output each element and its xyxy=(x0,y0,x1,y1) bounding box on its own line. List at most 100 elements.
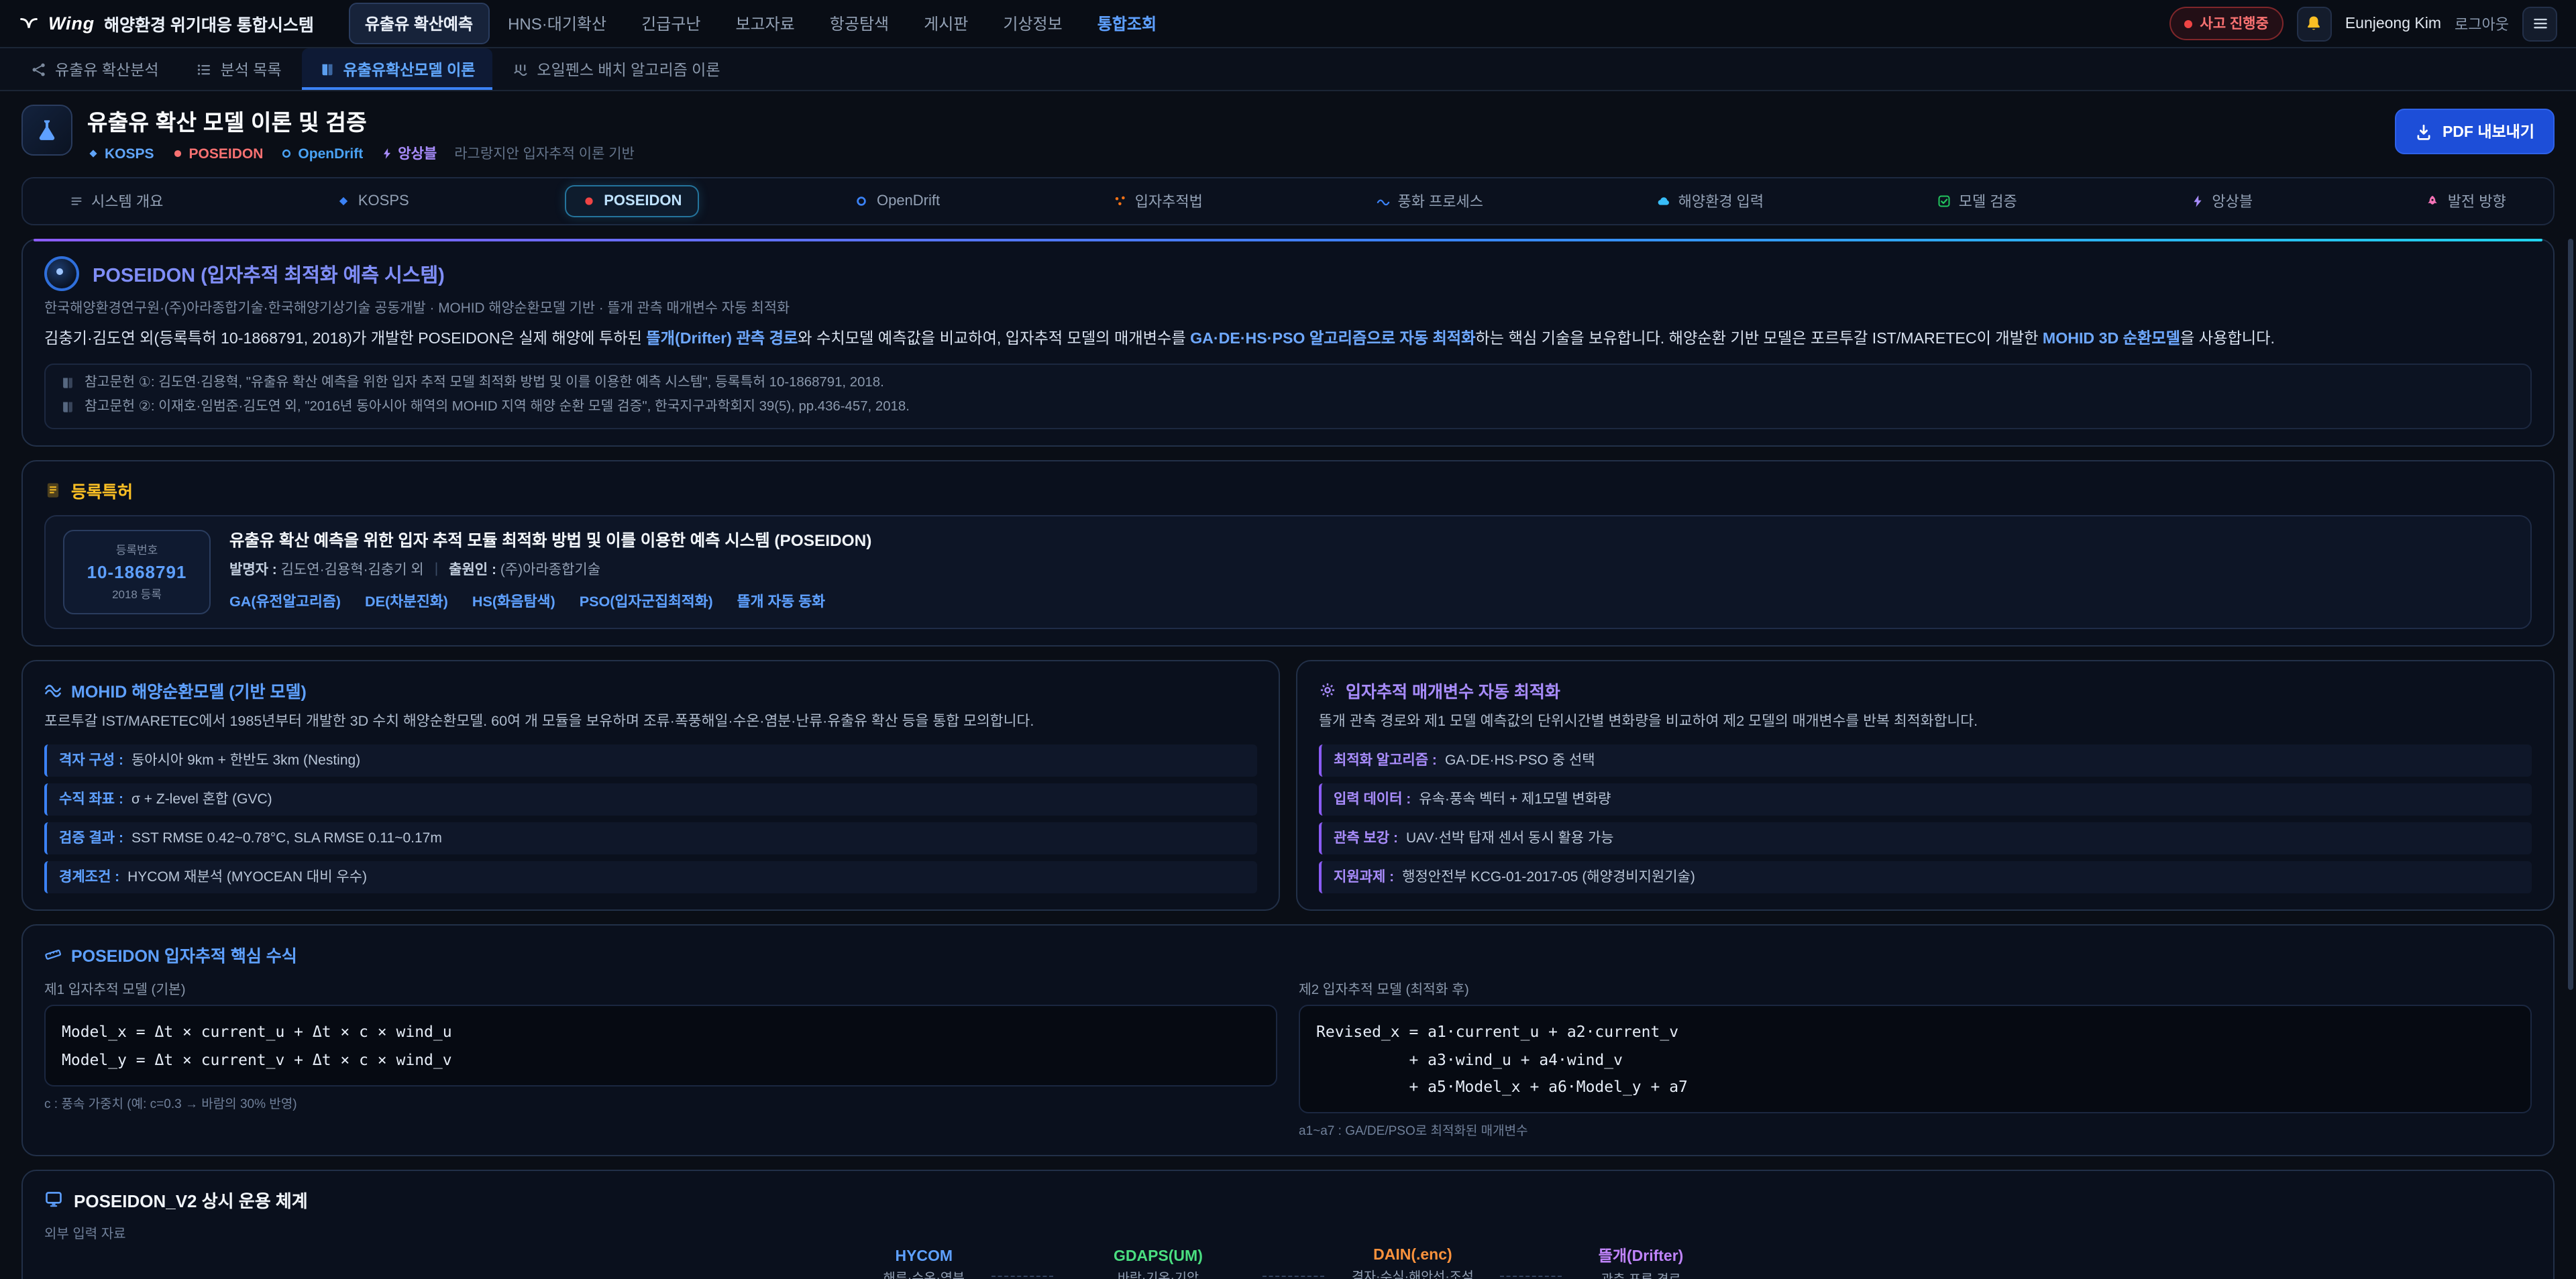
pdf-export-button[interactable]: PDF 내보내기 xyxy=(2396,109,2555,154)
section-item-weathering[interactable]: 풍화 프로세스 xyxy=(1358,182,1501,220)
spec-label: 최적화 알고리즘 xyxy=(1334,750,1437,769)
tab-label: 유출유 확산분석 xyxy=(55,58,159,80)
tag-ga[interactable]: GA(유전알고리즘) xyxy=(229,590,341,611)
tag-ensemble: 앙상블 xyxy=(380,144,437,164)
nav-item-reports[interactable]: 보고자료 xyxy=(719,3,810,44)
optimization-title: 입자추적 매개변수 자동 최적화 xyxy=(1346,677,1560,702)
spec-label: 관측 보강 xyxy=(1334,829,1398,848)
menu-button[interactable] xyxy=(2522,6,2557,41)
tag-pso[interactable]: PSO(입자군집최적화) xyxy=(580,590,713,611)
patent-scroll-icon xyxy=(44,481,62,498)
section-item-particle-tracking[interactable]: 입자추적법 xyxy=(1096,182,1220,220)
rocket-icon xyxy=(2426,194,2440,208)
section-item-label: 풍화 프로세스 xyxy=(1397,190,1483,212)
inventor-names: 김도연·김용혁·김충기 외 xyxy=(281,561,424,577)
reference-text: 참고문헌 ②: 이재호·임범준·김도연 외, "2016년 동아시아 해역의 M… xyxy=(85,398,910,419)
section-item-opendrift[interactable]: OpenDrift xyxy=(838,185,957,217)
patent-card-header: 등록특허 xyxy=(44,477,2532,502)
spec-value: HYCOM 재분석 (MYOCEAN 대비 우수) xyxy=(127,868,367,887)
tag-hs[interactable]: HS(화음탐색) xyxy=(472,590,555,611)
optimization-description: 뜰개 관측 경로와 제1 모델 예측값의 단위시간별 변화량을 비교하여 제2 … xyxy=(1319,710,2532,732)
section-item-poseidon[interactable]: POSEIDON xyxy=(565,185,699,217)
section-item-ensemble[interactable]: 앙상블 xyxy=(2173,182,2270,220)
info-two-column: MOHID 해양순환모델 (기반 모델) 포르투갈 IST/MARETEC에서 … xyxy=(21,659,2555,911)
tag-poseidon: POSEIDON xyxy=(172,146,264,162)
spec-label: 지원과제 xyxy=(1334,868,1394,887)
source-drifter: 뜰개(Drifter) 관측 표류 경로 GA/DE/PSO 동화용 xyxy=(1578,1245,1704,1279)
tab-boom-algorithm-theory[interactable]: 오일펜스 배치 알고리즘 이론 xyxy=(495,48,737,90)
tab-label: 유출유확산모델 이론 xyxy=(343,58,476,80)
page-tagline: 라그랑지안 입자추적 이론 기반 xyxy=(454,144,635,164)
particles-icon xyxy=(1114,194,1127,208)
nav-item-rescue[interactable]: 긴급구난 xyxy=(625,3,716,44)
tag-de[interactable]: DE(차분진화) xyxy=(365,590,448,611)
model1-block: 제1 입자추적 모델 (기본) Model_x = Δt × current_u… xyxy=(44,979,1277,1139)
source-dain: DAIN(.enc) 격자·수심·해안선·조석 정적 베이스맵 데이터 xyxy=(1341,1247,1485,1279)
spec-value: 행정안전부 KCG-01-2017-05 (해양경비지원기술) xyxy=(1402,868,1695,887)
formulas-title: POSEIDON 입자추적 핵심 수식 xyxy=(71,942,297,968)
tag-kosps: KOSPS xyxy=(87,146,154,162)
patent-algorithm-tags: GA(유전알고리즘) DE(차분진화) HS(화음탐색) PSO(입자군집최적화… xyxy=(229,590,871,611)
source-gdaps: GDAPS(UM) 바람·기온·기압 g512_v070_erea_*.grib… xyxy=(1069,1249,1247,1279)
para-segment: 을 사용합니다. xyxy=(2180,330,2275,347)
mohid-description: 포르투갈 IST/MARETEC에서 1985년부터 개발한 3D 수치 해양순… xyxy=(44,710,1257,732)
model2-label: 제2 입자추적 모델 (최적화 후) xyxy=(1299,979,2532,999)
section-item-kosps[interactable]: KOSPS xyxy=(319,185,427,217)
spec-row: 최적화 알고리즘 GA·DE·HS·PSO 중 선택 xyxy=(1319,744,2532,776)
nav-item-weather[interactable]: 기상정보 xyxy=(987,3,1078,44)
spec-label: 경계조건 xyxy=(59,868,119,887)
para-segment: 와 수치모델 예측값을 비교하여, 입자추적 모델의 매개변수를 xyxy=(798,330,1190,347)
spec-value: GA·DE·HS·PSO 중 선택 xyxy=(1445,750,1595,769)
circle-icon xyxy=(582,194,596,208)
page-tags: KOSPS POSEIDON OpenDrift 앙상블 라그랑지안 입자추적 … xyxy=(87,144,635,164)
hamburger-icon xyxy=(2531,15,2548,32)
section-item-future[interactable]: 발전 방향 xyxy=(2409,182,2524,220)
book-icon xyxy=(319,61,335,77)
spec-value: 유속·풍속 벡터 + 제1모델 변화량 xyxy=(1419,790,1611,809)
logout-link[interactable]: 로그아웃 xyxy=(2455,13,2509,34)
section-item-validation[interactable]: 모델 검증 xyxy=(1920,182,2035,220)
spec-label: 수직 좌표 xyxy=(59,790,123,809)
tag-drifter-assimilation[interactable]: 뜰개 자동 동화 xyxy=(737,590,825,611)
incident-status-badge[interactable]: 사고 진행중 xyxy=(2169,7,2283,40)
para-segment: 하는 핵심 기술을 보유합니다. 해양순환 기반 모델은 포르투갈 IST/MA… xyxy=(1475,330,2042,347)
tab-spill-analysis[interactable]: 유출유 확산분석 xyxy=(13,48,176,90)
lightning-icon xyxy=(380,148,392,160)
poseidon-logo-icon xyxy=(44,256,79,291)
check-square-icon xyxy=(1937,194,1951,208)
monitor-icon xyxy=(44,1190,63,1209)
tag-label: OpenDrift xyxy=(298,146,363,162)
patent-detail: 유출유 확산 예측을 위한 입자 추적 모듈 최적화 방법 및 이를 이용한 예… xyxy=(229,529,871,611)
nav-item-oil-diffusion[interactable]: 유출유 확산예측 xyxy=(349,3,489,44)
nav-item-hns[interactable]: HNS·대기확산 xyxy=(492,3,623,44)
nav-item-integrated-search[interactable]: 통합조회 xyxy=(1081,3,1173,44)
topbar: Wing 해양환경 위기대응 통합시스템 유출유 확산예측 HNS·대기확산 긴… xyxy=(0,0,2576,48)
tab-analysis-list[interactable]: 분석 목록 xyxy=(179,48,299,90)
spec-row: 격자 구성동아시아 9km + 한반도 3km (Nesting) xyxy=(44,744,1257,776)
sub-tabbar: 유출유 확산분석 분석 목록 유출유확산모델 이론 오일펜스 배치 알고리즘 이… xyxy=(0,48,2576,91)
nav-item-aerial[interactable]: 항공탐색 xyxy=(814,3,905,44)
spec-row: 관측 보강UAV·선박 탑재 센서 동시 활용 가능 xyxy=(1319,822,2532,854)
references-panel: 참고문헌 ①: 김도연·김용혁, "유출유 확산 예측을 위한 입자 추적 모델… xyxy=(44,364,2532,429)
books-icon xyxy=(60,400,75,414)
poseidon-subtitle: 한국해양환경연구원·(주)아라종합기술·한국해양기상기술 공동개발 · MOHI… xyxy=(44,296,2532,317)
app-root: Wing 해양환경 위기대응 통합시스템 유출유 확산예측 HNS·대기확산 긴… xyxy=(0,0,2576,1279)
source-hycom: HYCOM 해류·수온·염분 YYYYMMDD.nc xyxy=(873,1249,975,1279)
section-item-label: 발전 방향 xyxy=(2448,190,2506,212)
brand[interactable]: Wing 해양환경 위기대응 통합시스템 xyxy=(19,11,314,36)
flow-connector xyxy=(1501,1276,1562,1277)
section-item-label: 시스템 개요 xyxy=(91,190,163,212)
section-item-ocean-input[interactable]: 해양환경 입력 xyxy=(1640,182,1782,220)
spec-label: 격자 구성 xyxy=(59,750,123,769)
vertical-scrollbar[interactable] xyxy=(2568,239,2573,990)
section-item-overview[interactable]: 시스템 개요 xyxy=(52,182,180,220)
patent-heading: 등록특허 xyxy=(71,477,133,502)
notifications-button[interactable] xyxy=(2297,6,2332,41)
formulas-card: POSEIDON 입자추적 핵심 수식 제1 입자추적 모델 (기본) Mode… xyxy=(21,925,2555,1156)
poseidon-card-header: POSEIDON (입자추적 최적화 예측 시스템) xyxy=(44,256,2532,291)
flask-icon xyxy=(35,118,59,142)
source-desc: 바람·기온·기압 xyxy=(1080,1268,1236,1279)
tab-model-theory[interactable]: 유출유확산모델 이론 xyxy=(302,48,493,90)
nav-item-board[interactable]: 게시판 xyxy=(908,3,984,44)
applicant-label: 출원인 : xyxy=(449,561,496,577)
